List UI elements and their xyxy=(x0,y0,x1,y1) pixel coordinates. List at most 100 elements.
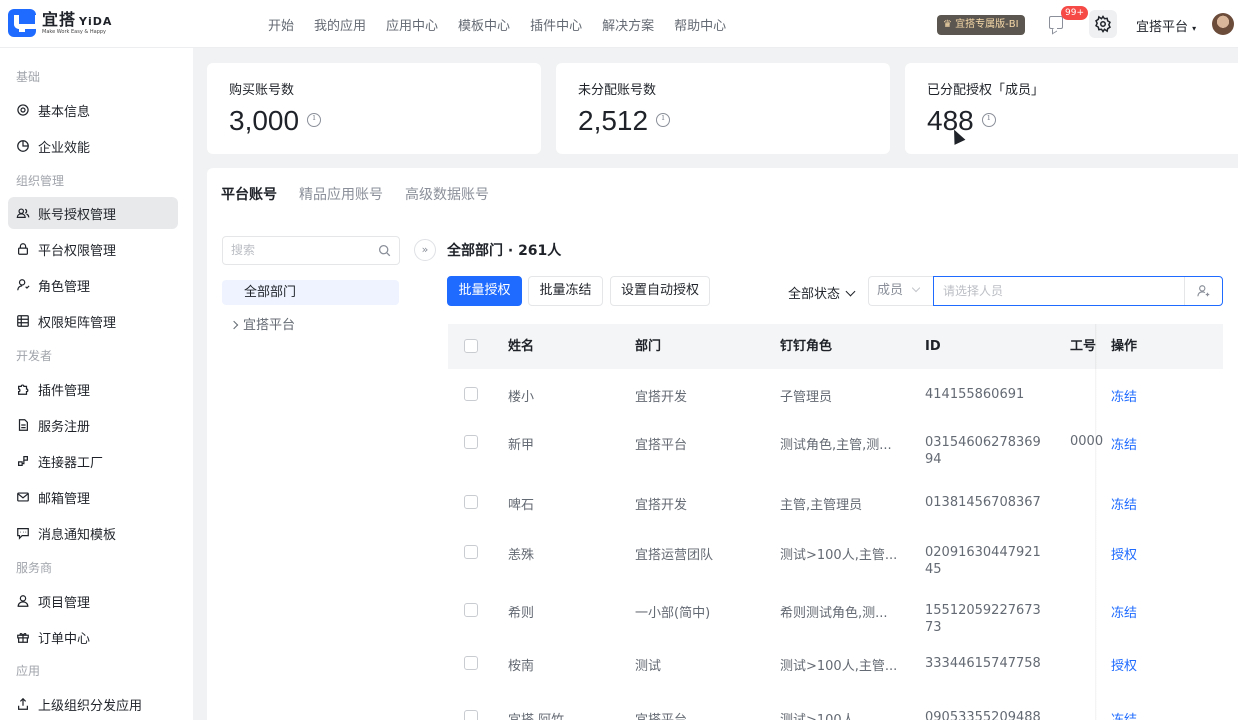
sidebar-item-service-reg[interactable]: 服务注册 xyxy=(8,409,178,441)
message-count-badge: 99+ xyxy=(1061,6,1088,20)
row-checkbox[interactable] xyxy=(464,545,478,559)
nav-help-center[interactable]: 帮助中心 xyxy=(664,15,736,34)
nav-plugin-center[interactable]: 插件中心 xyxy=(520,15,592,34)
row-checkbox[interactable] xyxy=(464,435,478,449)
sidebar-item-distribute[interactable]: 上级组织分发应用 xyxy=(8,688,178,720)
collapse-tree-button[interactable]: » xyxy=(414,239,436,261)
row-checkbox[interactable] xyxy=(464,656,478,670)
nav-start[interactable]: 开始 xyxy=(258,15,304,34)
row-action-link[interactable]: 冻结 xyxy=(1111,602,1137,621)
member-search-input[interactable]: 请选择人员 xyxy=(933,276,1223,306)
connector-icon xyxy=(18,456,28,466)
sidebar-item-label: 插件管理 xyxy=(38,383,91,399)
message-icon[interactable] xyxy=(1049,16,1063,29)
cell-id: 33344615747758 xyxy=(925,656,1041,671)
nav-my-apps[interactable]: 我的应用 xyxy=(304,15,376,34)
chevron-down-icon xyxy=(911,283,921,293)
sidebar-item-notify-template[interactable]: 消息通知模板 xyxy=(8,517,178,549)
cell-id: 090533552094883 xyxy=(925,710,1041,720)
sidebar-item-label: 权限矩阵管理 xyxy=(38,315,117,331)
chat-icon xyxy=(17,528,29,540)
sidebar-item-mailbox[interactable]: 邮箱管理 xyxy=(8,481,178,513)
row-checkbox[interactable] xyxy=(464,603,478,617)
col-id: ID xyxy=(925,339,941,354)
col-name: 姓名 xyxy=(508,339,535,354)
row-checkbox[interactable] xyxy=(464,387,478,401)
sidebar-item-role[interactable]: 角色管理 xyxy=(8,269,178,301)
sidebar-item-efficiency[interactable]: 企业效能 xyxy=(8,130,178,162)
member-picker-button[interactable] xyxy=(1184,277,1222,305)
row-checkbox[interactable] xyxy=(464,710,478,720)
sidebar-item-basic-info[interactable]: 基本信息 xyxy=(8,94,178,126)
account-tabs: 平台账号 精品应用账号 高级数据账号 xyxy=(221,184,511,204)
row-action-link[interactable]: 授权 xyxy=(1111,655,1137,674)
nav-solutions[interactable]: 解决方案 xyxy=(592,15,664,34)
sidebar-item-plugin[interactable]: 插件管理 xyxy=(8,373,178,405)
tab-platform-account[interactable]: 平台账号 xyxy=(221,184,277,204)
sidebar-item-connector[interactable]: 连接器工厂 xyxy=(8,445,178,477)
cell-name: 啤石 xyxy=(508,498,535,513)
cell-employee-no: 0000 xyxy=(1070,434,1104,449)
sidebar-item-label: 项目管理 xyxy=(38,595,91,611)
dept-title: 全部部门 · 261人 xyxy=(447,243,562,259)
batch-authorize-button[interactable]: 批量授权 xyxy=(447,276,522,306)
puzzle-icon xyxy=(18,384,29,395)
sidebar-item-project[interactable]: 项目管理 xyxy=(8,585,178,617)
cell-role: 测试角色,主管,测... xyxy=(780,438,892,453)
share-icon xyxy=(18,697,28,710)
caret-down-icon: ▾ xyxy=(1192,24,1197,33)
sidebar-item-account-auth[interactable]: 账号授权管理 xyxy=(8,197,178,229)
cell-id: 01381456708367 xyxy=(925,495,1041,510)
tab-premium-app-account[interactable]: 精品应用账号 xyxy=(299,184,383,204)
sidebar-item-label: 企业效能 xyxy=(38,140,91,156)
status-filter-dropdown[interactable]: 全部状态 xyxy=(788,283,856,302)
tab-advanced-data-account[interactable]: 高级数据账号 xyxy=(405,184,489,204)
col-dingtalk-role: 钉钉角色 xyxy=(780,339,833,354)
select-all-checkbox[interactable] xyxy=(464,339,478,353)
cell-dept: 宜搭平台 xyxy=(635,438,688,453)
sidebar-group-org: 组织管理 xyxy=(16,174,65,188)
sidebar-item-label: 服务注册 xyxy=(38,419,91,435)
tree-node-yida-platform[interactable]: 宜搭平台 xyxy=(229,314,295,333)
info-icon[interactable] xyxy=(981,112,996,127)
info-icon[interactable] xyxy=(656,112,671,127)
chevron-right-icon[interactable] xyxy=(229,320,239,330)
info-icon[interactable] xyxy=(307,112,322,127)
cell-dept: 宜搭开发 xyxy=(635,390,688,405)
settings-button[interactable] xyxy=(1089,10,1117,38)
sidebar-item-label: 平台权限管理 xyxy=(38,243,117,259)
nav-template-center[interactable]: 模板中心 xyxy=(448,15,520,34)
user-role-icon xyxy=(17,279,30,291)
row-action-link[interactable]: 授权 xyxy=(1111,544,1137,563)
user-avatar[interactable] xyxy=(1212,13,1234,35)
stat-number: 3,000 xyxy=(229,105,300,136)
sidebar-item-matrix[interactable]: 权限矩阵管理 xyxy=(8,305,178,337)
sidebar-item-label: 消息通知模板 xyxy=(38,527,117,543)
bi-edition-badge[interactable]: ♛ 宜搭专属版-BI xyxy=(937,15,1025,35)
yida-logo[interactable]: 宜搭 YiDA Make Work Easy & Happy xyxy=(8,9,112,37)
gift-icon xyxy=(17,632,29,643)
sidebar-item-label: 订单中心 xyxy=(38,631,91,647)
row-action-link[interactable]: 冻结 xyxy=(1111,434,1137,453)
batch-freeze-button[interactable]: 批量冻结 xyxy=(528,276,603,306)
dept-search-input[interactable]: 搜索 xyxy=(222,236,400,265)
chevron-down-icon xyxy=(845,286,856,297)
sidebar-item-platform-perm[interactable]: 平台权限管理 xyxy=(8,233,178,265)
row-checkbox[interactable] xyxy=(464,495,478,509)
nav-app-center[interactable]: 应用中心 xyxy=(376,15,448,34)
member-type-select[interactable]: 成员 xyxy=(868,276,934,306)
auto-authorize-button[interactable]: 设置自动授权 xyxy=(610,276,710,306)
add-user-icon xyxy=(1197,285,1210,297)
row-action-link[interactable]: 冻结 xyxy=(1111,709,1137,720)
org-switcher[interactable]: 宜搭平台 ▾ xyxy=(1136,16,1196,35)
sidebar-item-label: 账号授权管理 xyxy=(38,207,117,223)
users-icon xyxy=(16,208,30,218)
sidebar-item-order[interactable]: 订单中心 xyxy=(8,621,178,653)
table-icon xyxy=(17,315,29,327)
tree-node-all-depts[interactable]: 全部部门 xyxy=(222,280,399,305)
row-action-link[interactable]: 冻结 xyxy=(1111,494,1137,513)
row-action-link[interactable]: 冻结 xyxy=(1111,386,1137,405)
sidebar-item-label: 上级组织分发应用 xyxy=(38,698,143,714)
cell-dept: 宜搭平台 xyxy=(635,709,687,720)
cell-id: 414155860691 xyxy=(925,387,1025,402)
